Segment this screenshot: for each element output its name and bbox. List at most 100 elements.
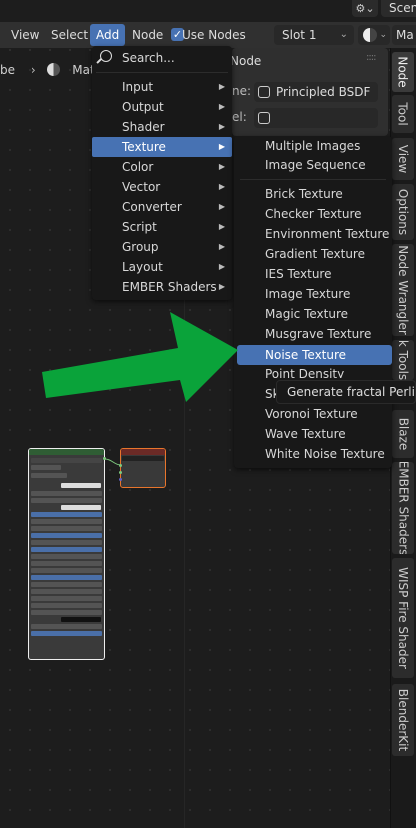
tooltip: Generate fractal Perlin noise (276, 380, 416, 404)
node-dropdown (31, 465, 61, 470)
menu-add[interactable]: Add (90, 24, 126, 46)
submenu-arrow-icon: ▶ (218, 202, 225, 211)
add-menu-shader[interactable]: Shader ▶ (92, 117, 232, 137)
add-menu-converter[interactable]: Converter ▶ (92, 197, 232, 217)
material-preview-button[interactable]: ⌄ (358, 25, 390, 45)
add-menu-search[interactable]: Search... (92, 48, 232, 68)
node-slider (31, 631, 102, 636)
node-label-field[interactable] (254, 108, 378, 128)
node-field (31, 498, 102, 503)
node-slider (31, 533, 102, 538)
chevron-down-icon: ⌄ (339, 29, 348, 40)
tab-wisp-fire-shader[interactable]: WISP Fire Shader (392, 558, 414, 678)
tab-tools[interactable]: k Tools (392, 340, 414, 380)
tab-tool[interactable]: Tool (392, 95, 414, 133)
scene-selector-icon[interactable]: ⚙⌄ (352, 0, 378, 17)
label-label: el: (232, 110, 247, 124)
scene-label[interactable]: Scene (381, 0, 416, 17)
node-field (31, 526, 102, 531)
texture-noise[interactable]: Noise Texture (237, 345, 392, 365)
texture-brick[interactable]: Brick Texture (234, 184, 392, 204)
add-menu-layout[interactable]: Layout ▶ (92, 257, 232, 277)
texture-image[interactable]: Image Texture (234, 284, 392, 304)
submenu-arrow-icon: ▶ (218, 262, 225, 271)
node-dropdown (31, 473, 67, 478)
node-socket[interactable] (119, 471, 122, 474)
tab-ember-shaders[interactable]: EMBER Shaders (392, 462, 414, 554)
add-menu-group[interactable]: Group ▶ (92, 237, 232, 257)
tab-blaze[interactable]: Blaze (392, 410, 414, 458)
breadcrumb-separator-icon: › (30, 63, 36, 77)
node-field (31, 568, 102, 573)
add-menu-output[interactable]: Output ▶ (92, 97, 232, 117)
node-field (31, 554, 102, 559)
node-header (121, 449, 165, 455)
submenu-arrow-icon: ▶ (218, 102, 225, 111)
tab-view[interactable]: View (392, 138, 414, 180)
menu-separator (240, 179, 386, 180)
node-name-field[interactable]: Principled BSDF (254, 82, 378, 102)
node-field (31, 491, 102, 496)
texture-voronoi[interactable]: Voronoi Texture (234, 404, 392, 424)
menu-node[interactable]: Node (126, 24, 169, 46)
node-slider (31, 512, 102, 517)
slot-dropdown[interactable]: Slot 1 ⌄ (274, 25, 354, 45)
material-icon (47, 63, 61, 76)
texture-white-noise[interactable]: White Noise Texture (234, 444, 392, 464)
node-field (31, 540, 102, 545)
node-color-swatch (61, 483, 101, 488)
chevron-down-icon: ⌄ (379, 30, 387, 40)
node-color-swatch (61, 617, 101, 622)
node-target-dropdown (122, 456, 164, 461)
slot-dropdown-value: Slot 1 (282, 28, 317, 42)
texture-point-density[interactable]: Point Density (234, 364, 392, 378)
node-link (104, 458, 122, 466)
node-socket[interactable] (119, 478, 122, 481)
add-menu-color[interactable]: Color ▶ (92, 157, 232, 177)
add-menu-input[interactable]: Input ▶ (92, 77, 232, 97)
node-field (31, 561, 102, 566)
submenu-arrow-icon: ▶ (218, 122, 225, 131)
texture-environment[interactable]: Environment Texture (234, 224, 392, 244)
add-menu-vector[interactable]: Vector ▶ (92, 177, 232, 197)
principled-bsdf-node[interactable] (28, 448, 105, 660)
texture-checker[interactable]: Checker Texture (234, 204, 392, 224)
tab-blenderkit[interactable]: BlenderKit (392, 684, 414, 756)
submenu-arrow-icon: ▶ (218, 222, 225, 231)
breadcrumb: be › Mate (0, 60, 102, 80)
node-output-row (31, 458, 102, 463)
node-field (31, 589, 102, 594)
texture-magic[interactable]: Magic Texture (234, 304, 392, 324)
add-menu-texture[interactable]: Texture ▶ (92, 137, 232, 157)
tab-node[interactable]: Node (392, 52, 414, 92)
add-menu-ember-shaders[interactable]: EMBER Shaders ▶ (92, 277, 232, 297)
material-sphere-icon (363, 28, 377, 42)
tab-options[interactable]: Options (392, 184, 414, 240)
texture-musgrave[interactable]: Musgrave Texture (234, 324, 392, 344)
name-label: ne: (232, 84, 252, 98)
submenu-arrow-icon: ▶ (218, 142, 225, 151)
node-color-swatch (61, 505, 101, 510)
use-nodes-label: Use Nodes (182, 28, 246, 42)
submenu-arrow-icon: ▶ (218, 82, 225, 91)
node-header (29, 449, 104, 455)
texture-multiple-images[interactable]: Multiple Images (234, 136, 392, 156)
menu-select[interactable]: Select (45, 24, 94, 46)
menu-view[interactable]: View (5, 24, 45, 46)
node-field (31, 610, 102, 615)
tab-node-wrangler[interactable]: Node Wrangler (392, 244, 414, 336)
node-field (31, 624, 102, 629)
material-output-node[interactable] (120, 448, 166, 488)
node-field (31, 582, 102, 587)
texture-ies[interactable]: IES Texture (234, 264, 392, 284)
node-icon (258, 112, 270, 124)
texture-gradient[interactable]: Gradient Texture (234, 244, 392, 264)
node-icon (258, 86, 270, 98)
material-selector[interactable]: Ma (392, 25, 416, 45)
add-menu-script[interactable]: Script ▶ (92, 217, 232, 237)
texture-image-sequence[interactable]: Image Sequence (234, 155, 392, 175)
submenu-arrow-icon: ▶ (218, 162, 225, 171)
drag-handle-icon[interactable]: :::: (366, 52, 377, 63)
node-slider (31, 547, 102, 552)
texture-wave[interactable]: Wave Texture (234, 424, 392, 444)
